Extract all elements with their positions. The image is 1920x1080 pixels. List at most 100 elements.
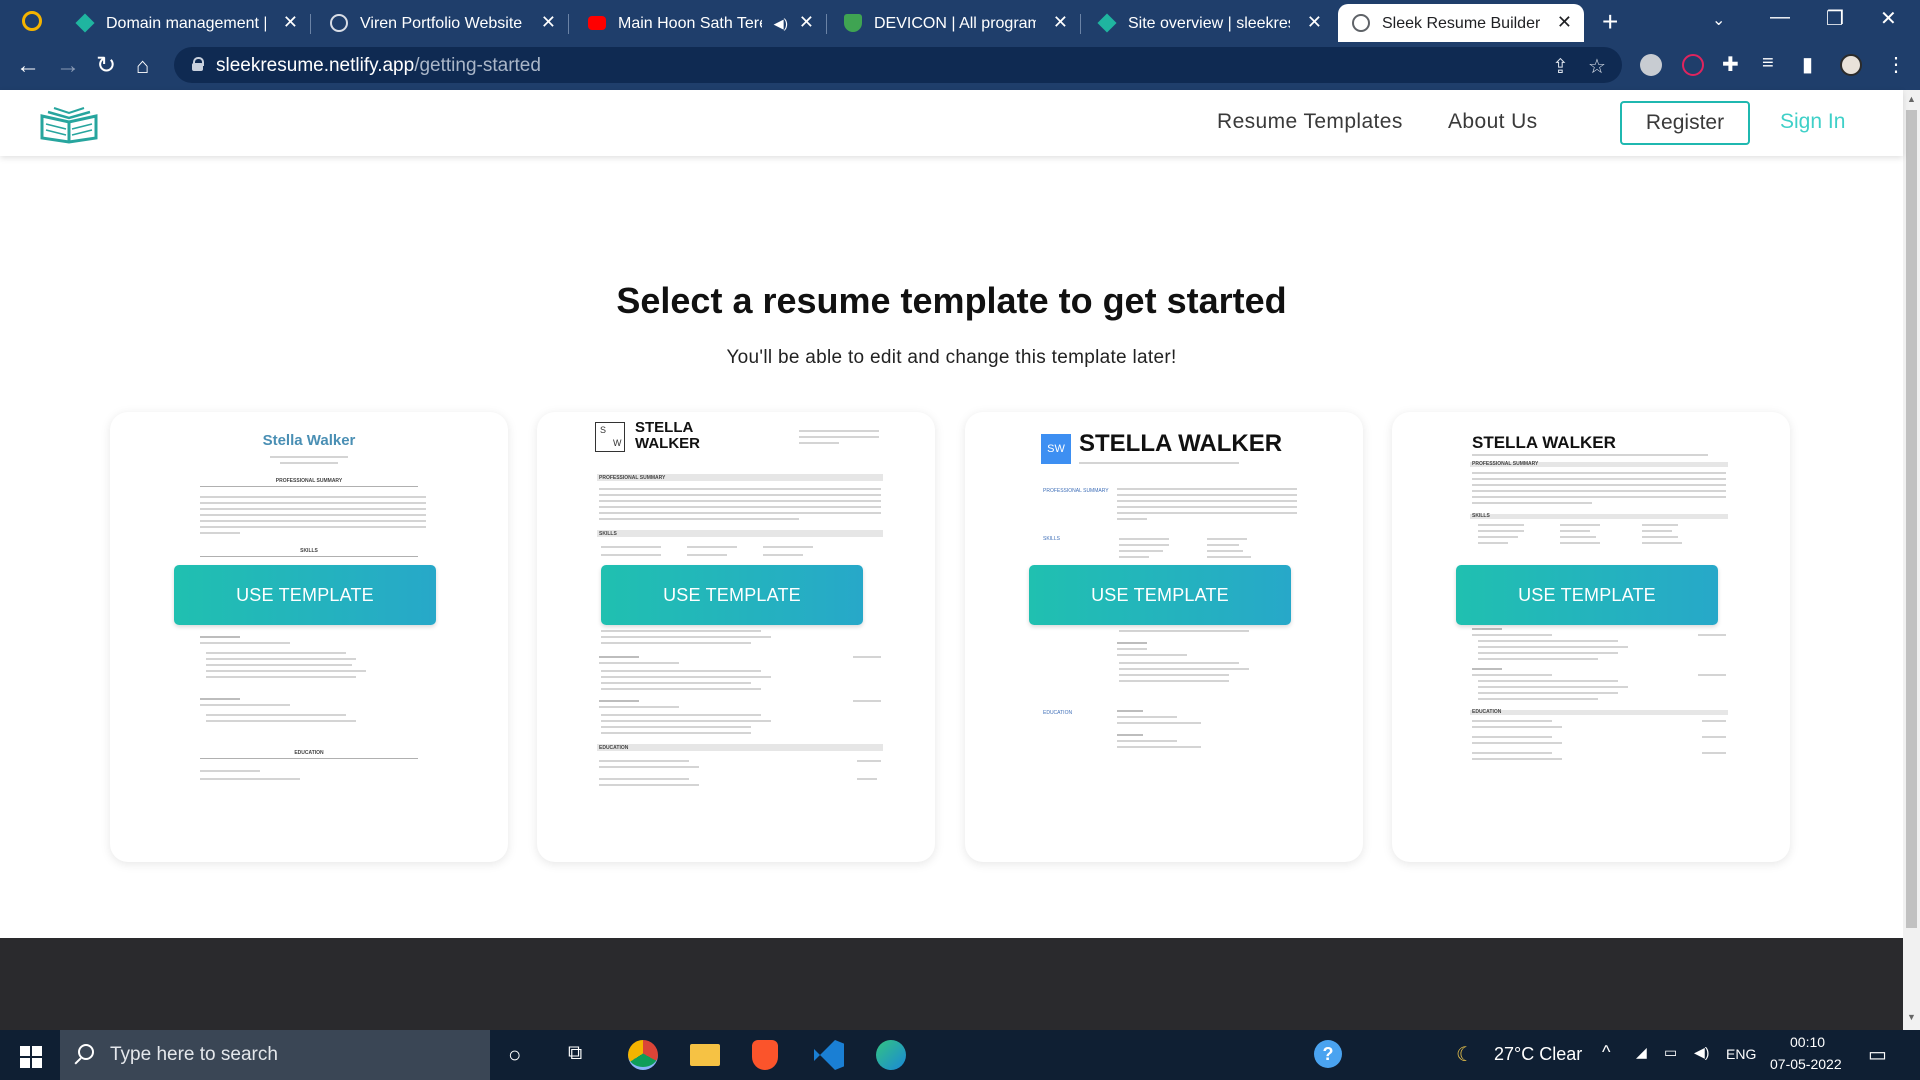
browser-menu-icon[interactable] bbox=[22, 11, 42, 31]
battery-icon[interactable]: ▭ bbox=[1664, 1044, 1677, 1061]
scrollbar-thumb[interactable] bbox=[1906, 110, 1917, 928]
side-panel-icon[interactable]: ▮ bbox=[1802, 52, 1813, 77]
address-bar[interactable]: sleekresume.netlify.app/getting-started … bbox=[174, 47, 1622, 83]
chrome-app-icon[interactable] bbox=[628, 1040, 658, 1070]
speaker-icon[interactable]: ◀) bbox=[774, 14, 788, 34]
page-scrollbar[interactable]: ▲ ▼ bbox=[1903, 90, 1920, 1030]
clock-time[interactable]: 00:10 bbox=[1790, 1034, 1825, 1050]
globe-icon bbox=[330, 14, 348, 32]
use-template-button-2[interactable]: USE TEMPLATE bbox=[601, 565, 863, 625]
tray-chevron-up-icon[interactable]: ^ bbox=[1602, 1042, 1610, 1063]
shield-icon bbox=[844, 14, 862, 32]
media-queue-icon[interactable]: ≡ bbox=[1762, 52, 1774, 75]
task-view-icon[interactable]: ⧉ bbox=[568, 1042, 582, 1065]
skill-line bbox=[1119, 550, 1163, 552]
tab-site-overview[interactable]: Site overview | sleekresum ✕ bbox=[1084, 4, 1334, 42]
tab-youtube-song[interactable]: Main Hoon Sath Tere ◀) ✕ bbox=[574, 4, 827, 42]
brave-browser-icon[interactable] bbox=[752, 1040, 778, 1070]
use-template-button-3[interactable]: USE TEMPLATE bbox=[1029, 565, 1291, 625]
contact-line bbox=[799, 436, 879, 438]
file-explorer-icon[interactable] bbox=[690, 1044, 720, 1066]
text-line bbox=[1472, 502, 1592, 504]
tab-devicon[interactable]: DEVICON | All programmin ✕ bbox=[830, 4, 1081, 42]
skill-line bbox=[763, 554, 803, 556]
home-icon[interactable]: ⌂ bbox=[136, 52, 149, 80]
reload-icon[interactable]: ↻ bbox=[96, 52, 116, 80]
windows-start-icon[interactable] bbox=[20, 1046, 42, 1068]
clock-date[interactable]: 07-05-2022 bbox=[1770, 1056, 1842, 1072]
text-line bbox=[1472, 490, 1726, 492]
forward-arrow-icon[interactable]: → bbox=[56, 52, 80, 80]
weather-text[interactable]: 27°C Clear bbox=[1494, 1044, 1582, 1065]
template-3-section-summary: PROFESSIONAL SUMMARY bbox=[1043, 488, 1109, 494]
text-line bbox=[599, 760, 689, 762]
minimize-icon[interactable]: — bbox=[1770, 6, 1790, 29]
template-card-2[interactable]: S W STELLA WALKER PROFESSIONAL SUMMARY S… bbox=[537, 412, 935, 862]
help-question-icon[interactable]: ? bbox=[1314, 1040, 1342, 1068]
taskbar-search-box[interactable]: Type here to search bbox=[60, 1030, 490, 1080]
page-title: Select a resume template to get started bbox=[616, 280, 1287, 321]
cortana-icon[interactable]: ○ bbox=[508, 1042, 521, 1068]
tab-viren-portfolio[interactable]: Viren Portfolio Website ✕ bbox=[316, 4, 569, 42]
text-line bbox=[1472, 472, 1726, 474]
extension-glasses-icon[interactable] bbox=[1640, 54, 1662, 76]
template-card-3[interactable]: SW STELLA WALKER PROFESSIONAL SUMMARY SK… bbox=[965, 412, 1363, 862]
text-line bbox=[599, 778, 689, 780]
register-button[interactable]: Register bbox=[1620, 101, 1750, 145]
vscode-icon[interactable] bbox=[814, 1040, 844, 1070]
skill-line bbox=[1119, 544, 1169, 546]
use-template-button-4[interactable]: USE TEMPLATE bbox=[1456, 565, 1718, 625]
profile-avatar[interactable] bbox=[1840, 54, 1862, 76]
text-line bbox=[1117, 716, 1177, 718]
text-line bbox=[200, 508, 426, 510]
template-card-4[interactable]: STELLA WALKER PROFESSIONAL SUMMARY SKILL… bbox=[1392, 412, 1790, 862]
extension-record-icon[interactable] bbox=[1682, 54, 1704, 76]
youtube-icon bbox=[588, 16, 606, 30]
language-indicator[interactable]: ENG bbox=[1726, 1046, 1756, 1062]
volume-icon[interactable]: ◀) bbox=[1694, 1044, 1709, 1061]
scroll-up-arrow-icon[interactable]: ▲ bbox=[1907, 94, 1916, 104]
netlify-diamond-icon bbox=[1097, 13, 1117, 33]
bullet-line bbox=[1478, 640, 1618, 642]
more-menu-icon[interactable]: ⋮ bbox=[1886, 52, 1906, 77]
close-icon[interactable]: ✕ bbox=[1307, 12, 1322, 32]
tab-domain-management[interactable]: Domain management | Sit ✕ bbox=[62, 4, 311, 42]
monogram-w: W bbox=[613, 438, 622, 448]
scroll-down-arrow-icon[interactable]: ▼ bbox=[1907, 1012, 1916, 1022]
template-card-1[interactable]: Stella Walker PROFESSIONAL SUMMARY SKILL… bbox=[110, 412, 508, 862]
notifications-icon[interactable]: ▭ bbox=[1868, 1042, 1887, 1067]
bookmark-star-icon[interactable]: ☆ bbox=[1588, 54, 1606, 79]
text-line bbox=[1117, 722, 1201, 724]
window-close-icon[interactable]: ✕ bbox=[1880, 6, 1897, 31]
bullet-line bbox=[601, 720, 771, 722]
date-line bbox=[1702, 736, 1726, 738]
book-logo-icon[interactable] bbox=[36, 102, 102, 144]
use-template-button-1[interactable]: USE TEMPLATE bbox=[174, 565, 436, 625]
sign-in-link[interactable]: Sign In bbox=[1780, 110, 1845, 134]
date-line bbox=[1698, 634, 1726, 636]
back-arrow-icon[interactable]: ← bbox=[16, 52, 40, 80]
tab-search-chevron-icon[interactable]: ⌄ bbox=[1712, 10, 1725, 30]
nav-about-us[interactable]: About Us bbox=[1448, 110, 1538, 134]
tab-sleek-resume-builder[interactable]: Sleek Resume Builder ✕ bbox=[1338, 4, 1584, 42]
url-text[interactable]: sleekresume.netlify.app/getting-started bbox=[216, 55, 541, 77]
close-icon[interactable]: ✕ bbox=[541, 12, 556, 32]
share-icon[interactable]: ⇪ bbox=[1552, 54, 1569, 79]
contact-line bbox=[799, 442, 839, 444]
date-line bbox=[1702, 720, 1726, 722]
close-icon[interactable]: ✕ bbox=[1557, 12, 1572, 32]
close-icon[interactable]: ✕ bbox=[799, 12, 814, 32]
lock-icon[interactable] bbox=[192, 57, 204, 71]
close-icon[interactable]: ✕ bbox=[283, 12, 298, 32]
template-4-section-summary: PROFESSIONAL SUMMARY bbox=[1472, 461, 1539, 467]
text-line bbox=[200, 532, 240, 534]
new-tab-icon[interactable]: + bbox=[1602, 6, 1618, 38]
skill-line bbox=[1642, 536, 1678, 538]
close-icon[interactable]: ✕ bbox=[1053, 12, 1068, 32]
network-icon[interactable]: ◢ bbox=[1636, 1044, 1647, 1061]
text-line bbox=[1117, 500, 1297, 502]
extensions-puzzle-icon[interactable]: ✚ bbox=[1722, 52, 1739, 77]
restore-icon[interactable]: ❐ bbox=[1826, 6, 1844, 31]
nav-resume-templates[interactable]: Resume Templates bbox=[1217, 110, 1403, 134]
edge-browser-icon[interactable] bbox=[876, 1040, 906, 1070]
